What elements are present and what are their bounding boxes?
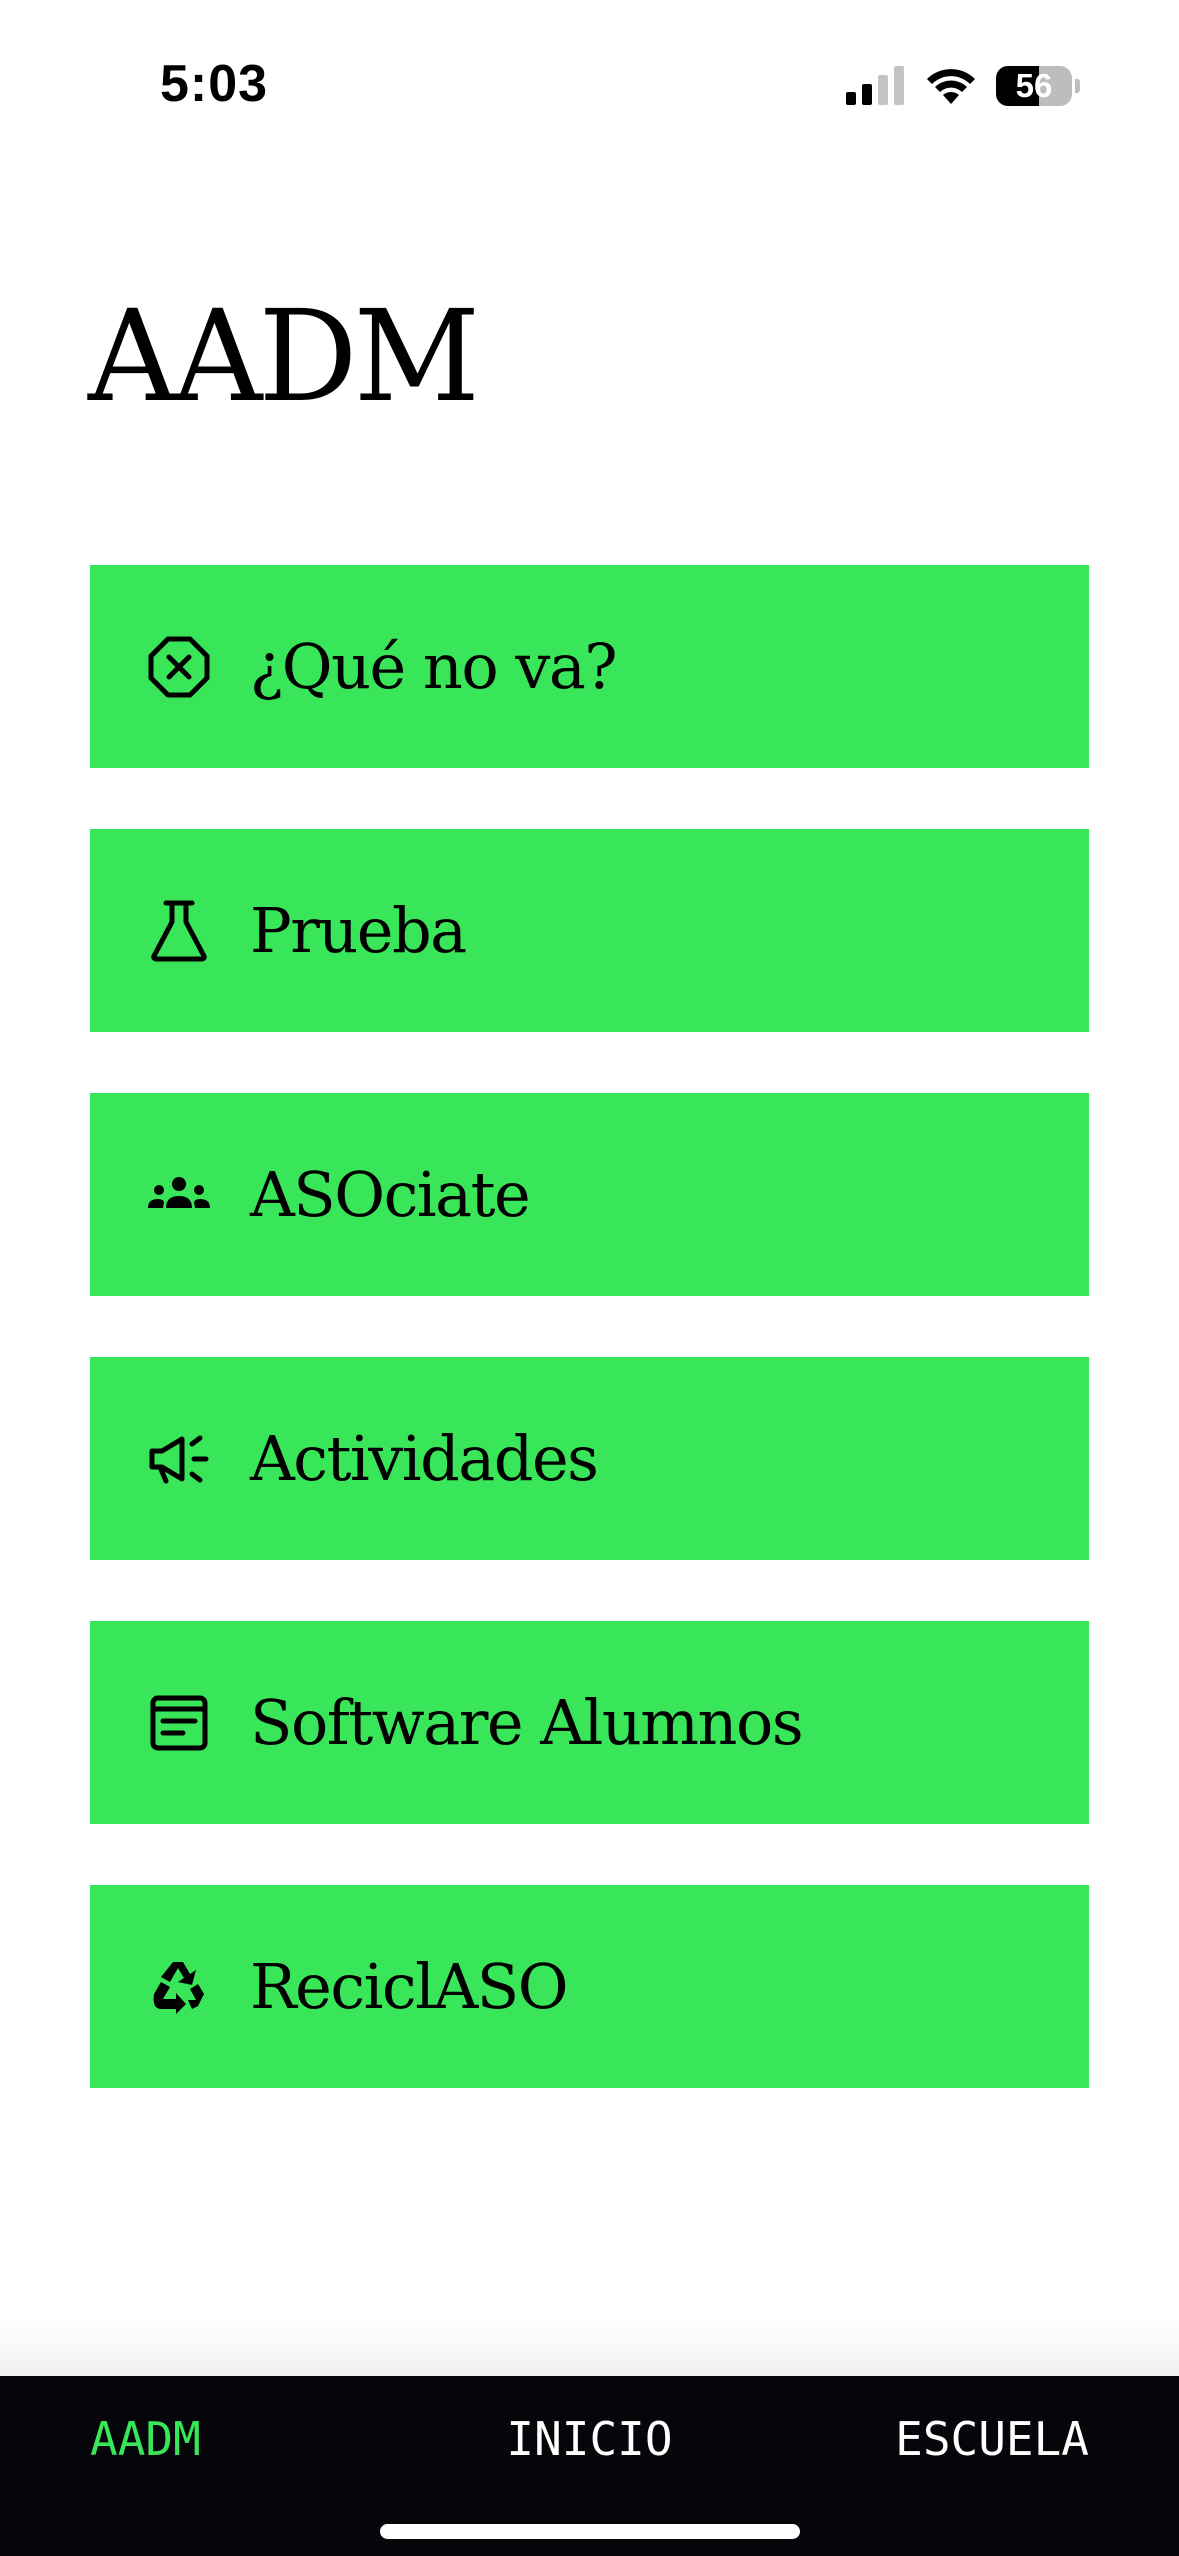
menu-item-label: ¿Qué no va? [250,630,618,703]
cellular-signal-icon [846,66,904,105]
page-title: AADM [88,283,480,430]
menu-item-label: Software Alumnos [250,1686,804,1759]
tab-inicio[interactable]: INICIO [506,2412,672,2466]
home-indicator[interactable] [380,2524,800,2539]
battery-icon: 56 [996,66,1072,106]
recycle-icon [146,1954,212,2020]
menu-item-software-alumnos[interactable]: Software Alumnos [90,1621,1089,1824]
menu-item-prueba[interactable]: Prueba [90,829,1089,1032]
megaphone-icon [146,1426,212,1492]
group-icon [146,1162,212,1228]
menu-item-asociate[interactable]: ASOciate [90,1093,1089,1296]
main-menu: ¿Qué no va? Prueba ASOciate Actividades … [90,565,1089,2149]
battery-percentage: 56 [1015,67,1053,104]
battery-cap [1075,79,1080,93]
menu-item-label: ASOciate [250,1158,531,1231]
status-bar: 5:03 56 [0,0,1179,170]
battery-indicator: 56 [996,66,1080,106]
bottom-tab-bar: AADM INICIO ESCUELA [0,2376,1179,2556]
menu-item-que-no-va[interactable]: ¿Qué no va? [90,565,1089,768]
menu-item-label: ReciclASO [250,1950,569,2023]
menu-item-label: Prueba [250,894,467,967]
menu-item-actividades[interactable]: Actividades [90,1357,1089,1560]
menu-item-label: Actividades [250,1422,599,1495]
flask-icon [146,898,212,964]
status-time: 5:03 [160,55,269,113]
tab-escuela[interactable]: ESCUELA [895,2408,1089,2470]
x-circle-icon [146,634,212,700]
tab-bar-shadow [0,2320,1179,2376]
document-icon [146,1690,212,1756]
tab-aadm[interactable]: AADM [90,2408,201,2470]
menu-item-reciclaso[interactable]: ReciclASO [90,1885,1089,2088]
wifi-icon [927,69,975,104]
